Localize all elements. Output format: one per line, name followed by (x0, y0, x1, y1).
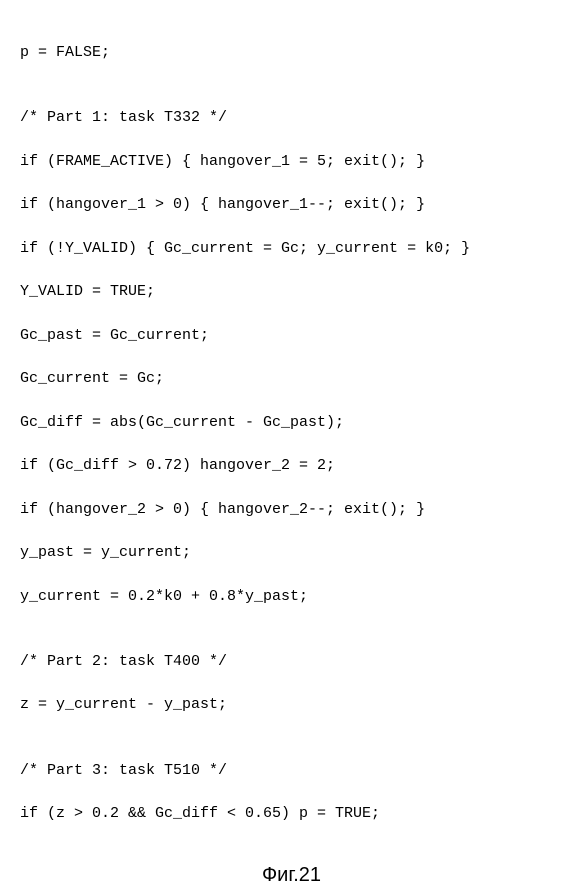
code-line: p = FALSE; (20, 42, 563, 64)
code-line: Gc_past = Gc_current; (20, 325, 563, 347)
code-line: Y_VALID = TRUE; (20, 281, 563, 303)
code-line: if (z > 0.2 && Gc_diff < 0.65) p = TRUE; (20, 803, 563, 825)
code-line: if (!Y_VALID) { Gc_current = Gc; y_curre… (20, 238, 563, 260)
code-line: if (FRAME_ACTIVE) { hangover_1 = 5; exit… (20, 151, 563, 173)
code-line: if (hangover_2 > 0) { hangover_2--; exit… (20, 499, 563, 521)
code-block: p = FALSE; /* Part 1: task T332 */ if (F… (20, 20, 563, 847)
code-line: /* Part 2: task T400 */ (20, 651, 563, 673)
code-line: if (hangover_1 > 0) { hangover_1--; exit… (20, 194, 563, 216)
code-line: if (Gc_diff > 0.72) hangover_2 = 2; (20, 455, 563, 477)
code-line: z = y_current - y_past; (20, 694, 563, 716)
figure-caption: Фиг.21 (20, 861, 563, 890)
code-line: /* Part 1: task T332 */ (20, 107, 563, 129)
code-line: y_current = 0.2*k0 + 0.8*y_past; (20, 586, 563, 608)
code-line: Gc_current = Gc; (20, 368, 563, 390)
code-line: Gc_diff = abs(Gc_current - Gc_past); (20, 412, 563, 434)
code-line: y_past = y_current; (20, 542, 563, 564)
code-line: /* Part 3: task T510 */ (20, 760, 563, 782)
